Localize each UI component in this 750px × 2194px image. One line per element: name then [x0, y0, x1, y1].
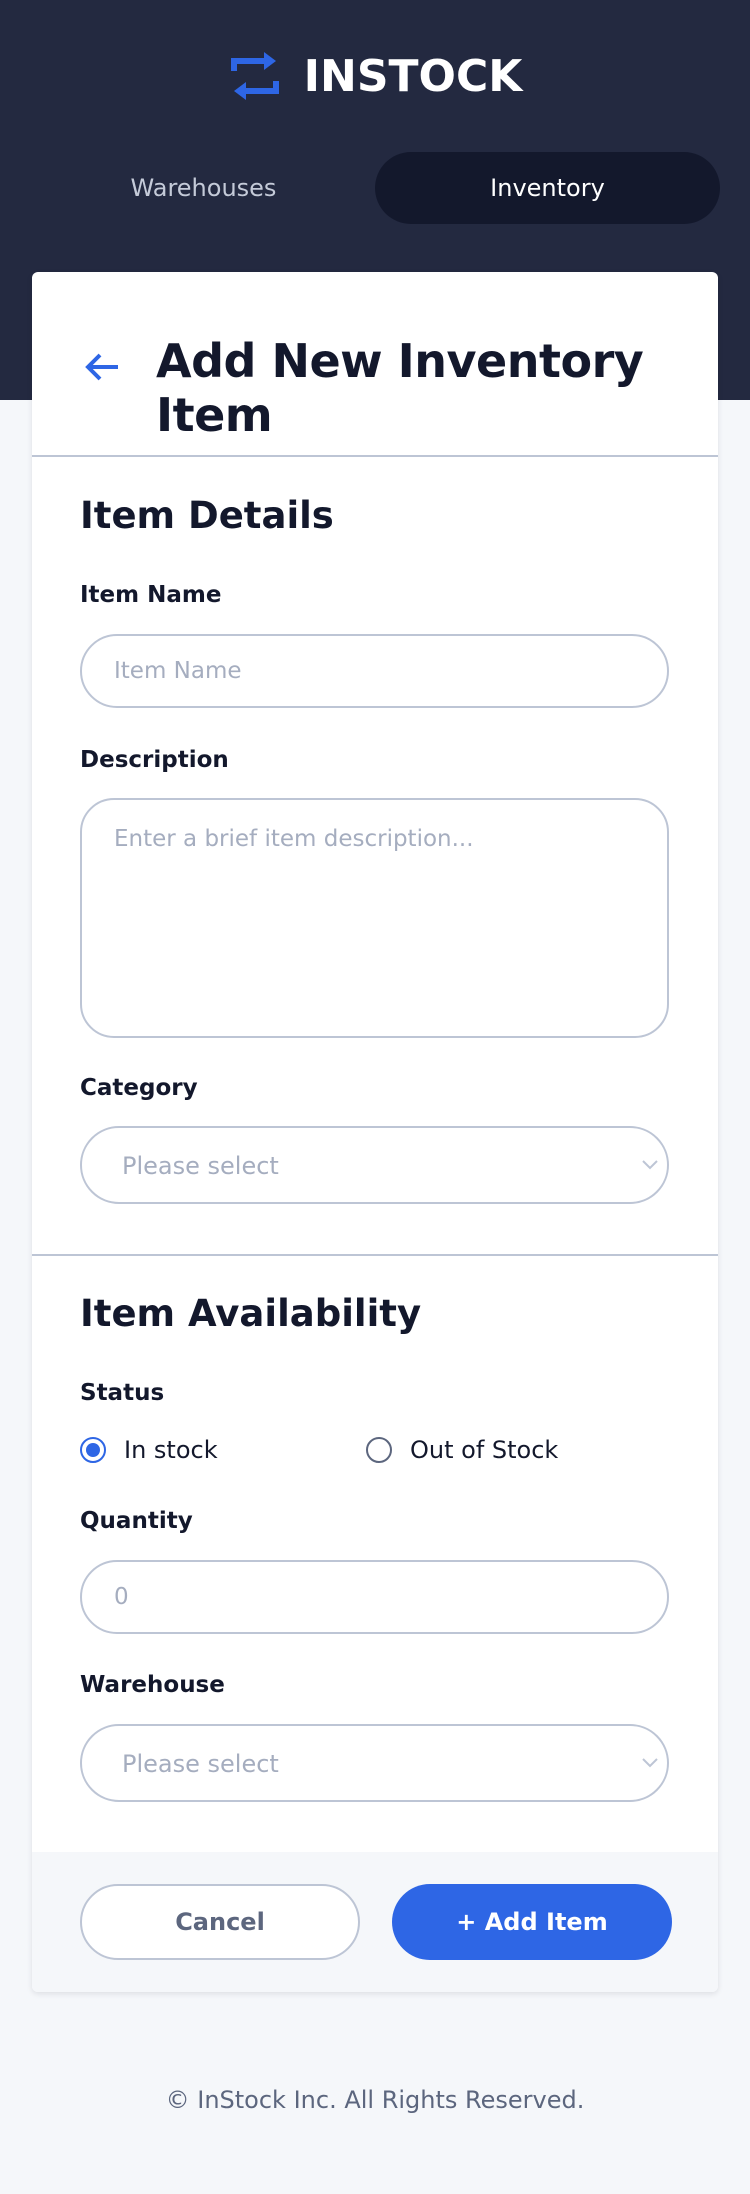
warehouse-label: Warehouse [80, 1672, 225, 1698]
tab-inventory[interactable]: Inventory [375, 152, 720, 224]
chevron-down-icon [642, 1160, 658, 1170]
section-title-item-availability: Item Availability [80, 1292, 422, 1335]
description-label: Description [80, 747, 229, 773]
add-inventory-card: Add New Inventory Item Item Details Item… [32, 272, 718, 1992]
radio-out-of-stock[interactable]: Out of Stock [366, 1436, 558, 1464]
cancel-button[interactable]: Cancel [80, 1884, 360, 1960]
copyright-text: © InStock Inc. All Rights Reserved. [165, 2086, 585, 2114]
brand-name: INSTOCK [303, 50, 523, 102]
warehouse-select-value: Please select [122, 1750, 279, 1778]
radio-button[interactable] [366, 1437, 392, 1463]
item-name-label: Item Name [80, 582, 222, 608]
quantity-input[interactable] [80, 1560, 669, 1634]
radio-label-out-of-stock: Out of Stock [410, 1436, 559, 1464]
category-label: Category [80, 1075, 198, 1101]
radio-button-checked[interactable] [80, 1437, 106, 1463]
status-label: Status [80, 1380, 165, 1406]
logo[interactable]: INSTOCK [0, 46, 750, 106]
add-item-button[interactable]: + Add Item [392, 1884, 672, 1960]
warehouse-select[interactable]: Please select [80, 1724, 669, 1802]
tab-warehouses[interactable]: Warehouses [31, 152, 376, 224]
item-name-input[interactable] [80, 634, 669, 708]
swap-arrows-icon [230, 52, 279, 100]
arrow-back-icon[interactable] [82, 347, 122, 387]
description-textarea[interactable] [80, 798, 669, 1038]
category-select[interactable]: Please select [80, 1126, 669, 1204]
site-header: INSTOCK Warehouses Inventory [0, 0, 750, 270]
page-title: Add New Inventory Item [156, 334, 644, 442]
form-actions: Cancel + Add Item [32, 1852, 718, 1992]
radio-label-in-stock: In stock [124, 1436, 218, 1464]
section-divider [32, 1254, 718, 1256]
quantity-label: Quantity [80, 1508, 193, 1534]
card-header: Add New Inventory Item [32, 272, 718, 457]
section-title-item-details: Item Details [80, 494, 334, 537]
category-select-value: Please select [122, 1152, 279, 1180]
radio-in-stock[interactable]: In stock [80, 1436, 218, 1464]
chevron-down-icon [642, 1758, 658, 1768]
